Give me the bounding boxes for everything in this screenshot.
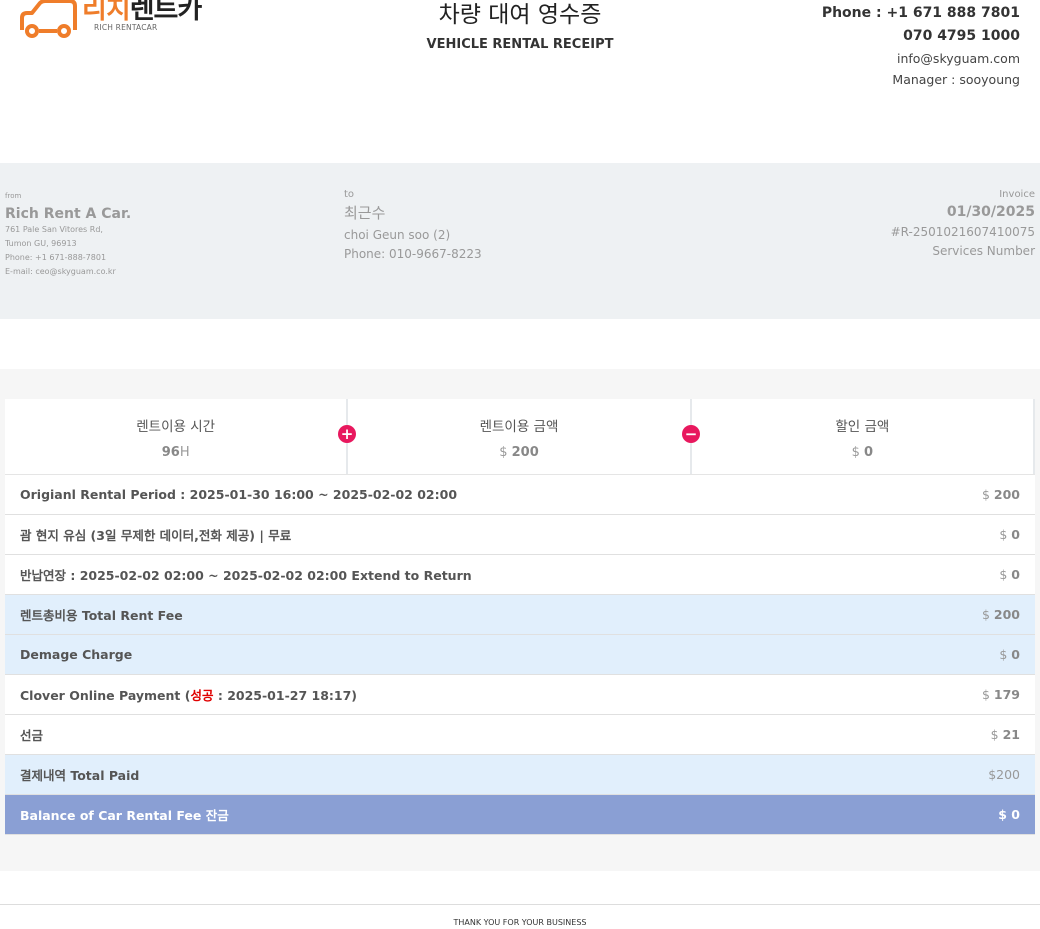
billing-info-band: from Rich Rent A Car. 761 Pale San Vitor… xyxy=(0,163,1040,319)
summary-discount-value: 0 xyxy=(864,445,874,460)
summary-discount-label: 할인 금액 xyxy=(835,419,890,435)
line-item-label: Balance of Car Rental Fee 잔금 xyxy=(20,808,229,823)
currency-symbol: $ xyxy=(981,607,994,622)
currency-symbol: $ xyxy=(981,487,994,502)
receipt-header: 리치렌트카 RICH RENTACAR 차량 대여 영수증 VEHICLE RE… xyxy=(0,0,1040,163)
invoice-label: Invoice xyxy=(999,189,1035,200)
from-email: E-mail: ceo@skyguam.co.kr xyxy=(5,267,116,276)
from-block: from Rich Rent A Car. 761 Pale San Vitor… xyxy=(5,192,131,278)
contact-phone-primary: Phone : +1 671 888 7801 xyxy=(821,5,1020,21)
line-item-return-extension: 반납연장 : 2025-02-02 02:00 ~ 2025-02-02 02:… xyxy=(5,555,1035,595)
invoice-services-number-label: Services Number xyxy=(932,244,1035,258)
to-customer-name-english: choi Geun soo (2) xyxy=(344,228,451,242)
from-phone: Phone: +1 671-888-7801 xyxy=(5,253,107,262)
summary-rental-time-label: 렌트이용 시간 xyxy=(136,419,216,435)
currency-symbol: $ xyxy=(999,567,1012,582)
line-item-sim-card: 괌 현지 유심 (3일 무제한 데이터,전화 제공) | 무료 $ 0 xyxy=(5,515,1035,555)
amount-value: 0 xyxy=(1011,647,1020,662)
line-item-label: Origianl Rental Period : 2025-01-30 16:0… xyxy=(20,487,458,502)
amount-value: 200 xyxy=(993,607,1020,622)
to-label: to xyxy=(344,189,355,200)
from-company-name: Rich Rent A Car. xyxy=(5,206,132,222)
line-item-label: 결제내역 Total Paid xyxy=(20,768,140,783)
summary-rental-time-unit: H xyxy=(179,445,190,460)
contact-phone-secondary: 070 4795 1000 xyxy=(903,28,1020,44)
currency-symbol: $ xyxy=(999,527,1012,542)
summary-rental-amount-value: 200 xyxy=(511,445,539,460)
summary-rental-amount: 렌트이용 금액 $ 200 xyxy=(348,399,692,474)
to-customer-phone: Phone: 010-9667-8223 xyxy=(344,247,482,261)
contact-info: Phone : +1 671 888 7801 070 4795 1000 in… xyxy=(822,4,1020,88)
payment-label-suffix: : 2025-01-27 18:17) xyxy=(213,688,358,703)
summary-rental-amount-currency: $ xyxy=(499,445,512,460)
amount-value: 200 xyxy=(993,487,1020,502)
line-item-amount: $ 0 xyxy=(999,527,1020,542)
to-customer-name: 최근수 xyxy=(344,204,386,222)
line-item-balance: Balance of Car Rental Fee 잔금 $ 0 xyxy=(5,795,1035,835)
payment-status-text: 성공 xyxy=(190,688,214,703)
line-item-label: Clover Online Payment (성공 : 2025-01-27 1… xyxy=(20,685,357,704)
minus-circle-icon: − xyxy=(682,425,700,443)
summary-rental-amount-label: 렌트이용 금액 xyxy=(479,419,559,435)
line-item-amount: $ 200 xyxy=(982,487,1020,502)
line-item-total-rent-fee: 렌트총비용 Total Rent Fee $ 200 xyxy=(5,595,1035,635)
summary-discount-currency: $ xyxy=(851,445,864,460)
to-block: to 최근수 choi Geun soo (2) Phone: 010-9667… xyxy=(344,189,482,261)
from-address-line2: Tumon GU, 96913 xyxy=(5,239,77,248)
line-item-amount: $ 179 xyxy=(982,687,1020,702)
line-item-amount: $ 0 xyxy=(999,567,1020,582)
invoice-block: Invoice 01/30/2025 #R-2501021607410075 S… xyxy=(891,189,1035,258)
footer-thank-you: THANK YOU FOR YOUR BUSINESS xyxy=(0,904,1040,927)
currency-symbol: $ xyxy=(990,727,1003,742)
summary-rental-time: 렌트이용 시간 96H xyxy=(5,399,349,474)
line-item-amount: $ 21 xyxy=(991,727,1020,742)
contact-manager: Manager : sooyoung xyxy=(892,72,1020,87)
from-label: from xyxy=(5,192,22,200)
line-item-amount: $200 xyxy=(988,767,1020,782)
currency-symbol: $ xyxy=(981,687,994,702)
line-item-label: 선금 xyxy=(20,728,44,743)
line-item-amount: $ 0 xyxy=(998,807,1020,822)
contact-email[interactable]: info@skyguam.com xyxy=(822,51,1020,67)
line-item-amount: $ 200 xyxy=(982,607,1020,622)
payment-label-prefix: Clover Online Payment ( xyxy=(20,688,191,703)
line-item-damage-charge: Demage Charge $ 0 xyxy=(5,635,1035,675)
invoice-number: #R-2501021607410075 xyxy=(890,225,1035,239)
line-item-amount: $ 0 xyxy=(999,647,1020,662)
amount-value: 21 xyxy=(1002,727,1020,742)
plus-circle-icon: + xyxy=(338,425,356,443)
line-item-rental-period: Origianl Rental Period : 2025-01-30 16:0… xyxy=(5,475,1035,515)
summary-discount-amount: 할인 금액 $ 0 xyxy=(692,399,1035,474)
summary-rental-time-value: 96 xyxy=(161,445,180,460)
invoice-date: 01/30/2025 xyxy=(946,204,1035,220)
from-address-line1: 761 Pale San Vitores Rd, xyxy=(5,225,103,234)
amount-value: 0 xyxy=(1011,567,1020,582)
line-item-label: Demage Charge xyxy=(20,647,133,662)
rental-summary-bar: 렌트이용 시간 96H 렌트이용 금액 $ 200 할인 금액 $ 0 + − xyxy=(5,399,1035,475)
line-item-total-paid: 결제내역 Total Paid $200 xyxy=(5,755,1035,795)
amount-value: 0 xyxy=(1011,527,1020,542)
line-item-label: 괌 현지 유심 (3일 무제한 데이터,전화 제공) | 무료 xyxy=(20,528,292,543)
amount-value: 179 xyxy=(993,687,1020,702)
line-item-label: 렌트총비용 Total Rent Fee xyxy=(20,608,183,623)
currency-symbol: $ xyxy=(999,647,1012,662)
line-item-deposit: 선금 $ 21 xyxy=(5,715,1035,755)
line-item-online-payment: Clover Online Payment (성공 : 2025-01-27 1… xyxy=(5,675,1035,715)
receipt-details-section: 렌트이용 시간 96H 렌트이용 금액 $ 200 할인 금액 $ 0 + − … xyxy=(0,369,1040,871)
line-item-label: 반납연장 : 2025-02-02 02:00 ~ 2025-02-02 02:… xyxy=(20,568,472,583)
